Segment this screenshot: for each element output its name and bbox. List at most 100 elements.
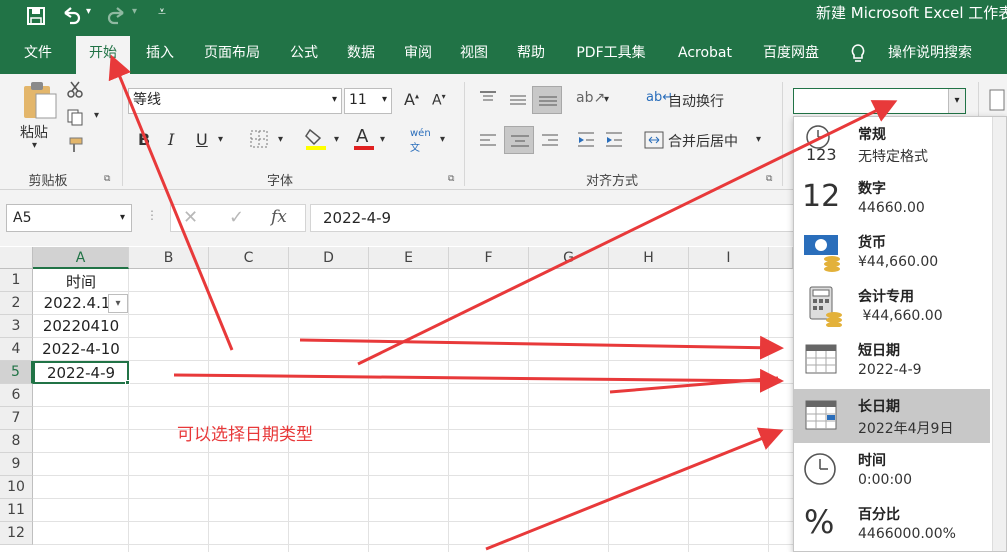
font-color-icon[interactable]: A [356, 126, 368, 147]
increase-indent-icon[interactable] [604, 130, 624, 150]
bold-icon[interactable]: B [138, 130, 150, 149]
column-header[interactable]: E [369, 247, 449, 269]
decrease-indent-icon[interactable] [576, 130, 596, 150]
row-header[interactable]: 10 [0, 476, 33, 499]
tab-view[interactable]: 视图 [449, 32, 499, 74]
cell-a5-selected[interactable]: 2022-4-9 [33, 361, 129, 384]
tab-review[interactable]: 审阅 [393, 32, 443, 74]
column-header[interactable]: A [33, 247, 129, 269]
paste-button[interactable]: 粘贴 [20, 122, 48, 142]
phonetic-icon[interactable]: wén 文 [410, 128, 431, 154]
row-header[interactable]: 11 [0, 499, 33, 522]
format-general[interactable]: 123 常规 无特定格式 [794, 117, 990, 171]
column-header-partial[interactable] [769, 247, 793, 269]
font-name-box[interactable]: 等线 ▾ [128, 88, 342, 114]
format-time[interactable]: 时间 0:00:00 [794, 443, 990, 497]
column-header[interactable]: I [689, 247, 769, 269]
paste-dropdown-icon[interactable]: ▾ [32, 140, 37, 151]
format-short-date[interactable]: 短日期 2022-4-9 [794, 333, 990, 387]
insert-function-icon[interactable]: fx [271, 207, 287, 227]
column-header[interactable]: H [609, 247, 689, 269]
tell-me-search[interactable]: 操作说明搜索 [878, 32, 982, 74]
customize-qat-icon[interactable]: ⩡ [158, 4, 166, 20]
undo-icon[interactable] [60, 5, 82, 25]
font-color-dropdown-icon[interactable]: ▾ [380, 134, 385, 145]
font-size-dropdown-icon[interactable]: ▾ [382, 89, 387, 111]
tab-formulas[interactable]: 公式 [280, 32, 328, 74]
align-right-icon[interactable] [540, 132, 560, 148]
font-name-dropdown-icon[interactable]: ▾ [332, 89, 337, 111]
cell-a3[interactable]: 20220410 [33, 317, 129, 335]
orientation-icon[interactable]: ab↗ [576, 90, 605, 106]
tab-help[interactable]: 帮助 [506, 32, 556, 74]
paste-icon[interactable] [18, 80, 58, 120]
underline-dropdown-icon[interactable]: ▾ [218, 134, 223, 145]
format-number[interactable]: 12 数字 44660.00 [794, 171, 990, 225]
align-bottom-button[interactable] [532, 86, 562, 114]
select-all-corner[interactable] [0, 247, 33, 269]
number-format-box[interactable] [793, 88, 966, 114]
number-format-dropdown-icon[interactable]: ▾ [948, 89, 965, 113]
row-header[interactable]: 3 [0, 315, 33, 338]
column-header[interactable]: D [289, 247, 369, 269]
italic-icon[interactable]: I [168, 130, 174, 149]
column-header[interactable]: F [449, 247, 529, 269]
border-icon[interactable] [250, 130, 268, 148]
tab-home[interactable]: 开始 [76, 36, 130, 74]
column-header[interactable]: C [209, 247, 289, 269]
row-header[interactable]: 1 [0, 269, 33, 292]
merge-dropdown-icon[interactable]: ▾ [756, 134, 761, 145]
align-left-icon[interactable] [478, 132, 498, 148]
align-center-button[interactable] [504, 126, 534, 154]
copy-dropdown-icon[interactable]: ▾ [94, 110, 99, 121]
cancel-icon[interactable]: ✕ [183, 207, 198, 228]
format-currency[interactable]: 货币 ¥44,660.00 [794, 225, 990, 279]
phonetic-dropdown-icon[interactable]: ▾ [440, 134, 445, 145]
cell-a1[interactable]: 时间 [33, 271, 129, 292]
alignment-launcher-icon[interactable]: ⧉ [766, 174, 772, 184]
wrap-text-button[interactable]: 自动换行 [668, 91, 724, 111]
border-dropdown-icon[interactable]: ▾ [278, 134, 283, 145]
redo-icon[interactable] [106, 5, 128, 25]
conditional-format-icon[interactable] [988, 88, 1007, 112]
row-header[interactable]: 9 [0, 453, 33, 476]
enter-icon[interactable]: ✓ [229, 207, 244, 228]
clipboard-launcher-icon[interactable]: ⧉ [104, 174, 110, 184]
decrease-font-icon[interactable]: A▾ [432, 92, 446, 109]
cut-icon[interactable] [66, 80, 84, 98]
column-header[interactable]: B [129, 247, 209, 269]
orientation-dropdown-icon[interactable]: ▾ [604, 94, 609, 105]
underline-icon[interactable]: U [196, 130, 208, 149]
format-painter-icon[interactable] [66, 136, 84, 154]
tab-acrobat[interactable]: Acrobat [668, 32, 742, 74]
format-percentage[interactable]: % 百分比 4466000.00% [794, 497, 990, 551]
row-header[interactable]: 5 [0, 361, 33, 384]
font-launcher-icon[interactable]: ⧉ [448, 174, 454, 184]
name-box[interactable]: A5 ▾ [6, 204, 132, 232]
fill-handle[interactable] [125, 380, 130, 385]
save-icon[interactable] [26, 6, 46, 26]
tab-insert[interactable]: 插入 [135, 32, 185, 74]
align-top-icon[interactable] [478, 90, 498, 106]
row-header[interactable]: 4 [0, 338, 33, 361]
tab-pdf-tools[interactable]: PDF工具集 [566, 32, 656, 74]
undo-dropdown-icon[interactable]: ▾ [86, 6, 91, 17]
column-header[interactable]: G [529, 247, 609, 269]
format-long-date-highlighted[interactable]: 长日期 2022年4月9日 [794, 389, 990, 443]
row-header[interactable]: 8 [0, 430, 33, 453]
format-accounting[interactable]: 会计专用 ¥44,660.00 [794, 279, 990, 333]
autofill-options-icon[interactable]: ▾ [108, 294, 128, 313]
fill-dropdown-icon[interactable]: ▾ [334, 134, 339, 145]
tab-data[interactable]: 数据 [336, 32, 386, 74]
font-size-box[interactable]: 11 ▾ [344, 88, 392, 114]
row-header[interactable]: 6 [0, 384, 33, 407]
row-header[interactable]: 2 [0, 292, 33, 315]
name-box-dropdown-icon[interactable]: ▾ [120, 205, 125, 231]
tab-baidu[interactable]: 百度网盘 [752, 32, 830, 74]
copy-icon[interactable] [66, 108, 84, 126]
row-header[interactable]: 7 [0, 407, 33, 430]
tab-page-layout[interactable]: 页面布局 [193, 32, 271, 74]
dropdown-scrollbar[interactable] [992, 117, 1006, 551]
fill-color-icon[interactable] [304, 126, 328, 150]
merge-center-button[interactable]: 合并后居中 [668, 131, 738, 151]
